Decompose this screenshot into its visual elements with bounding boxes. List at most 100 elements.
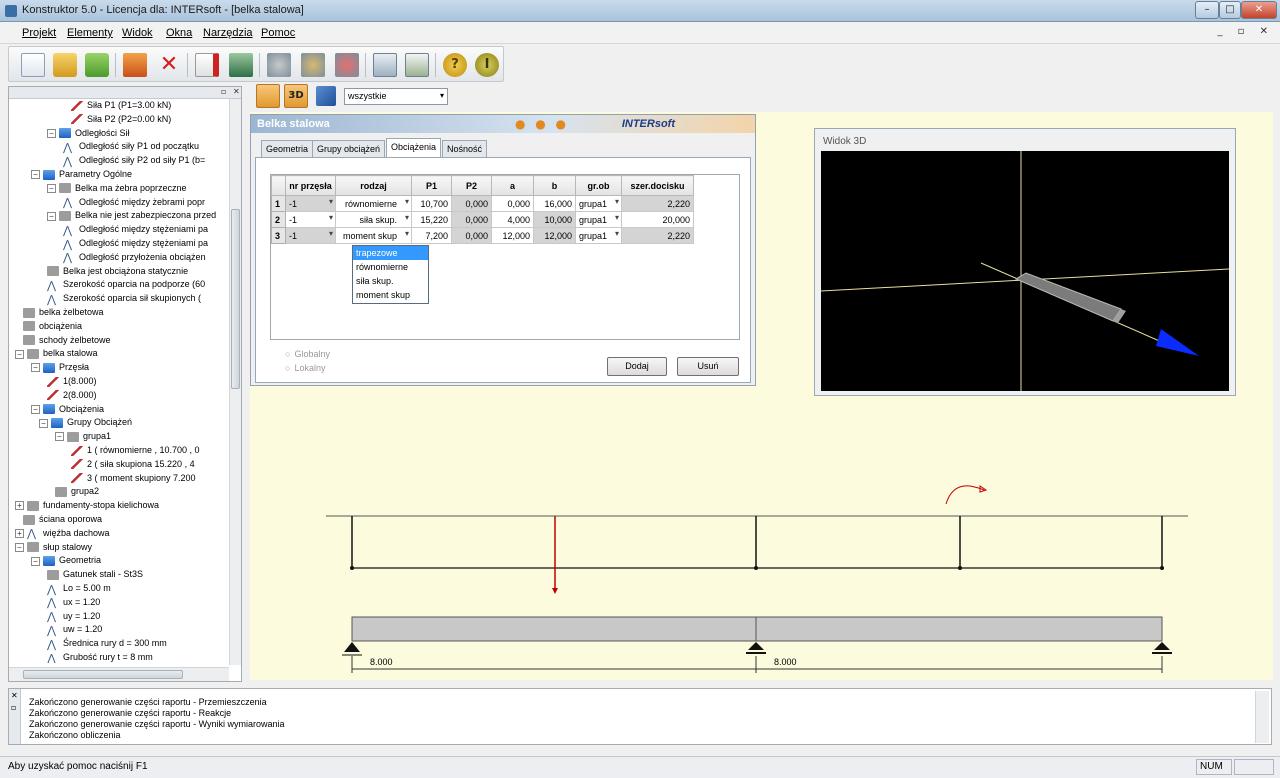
calculator-icon[interactable] [373,53,397,77]
collapse-icon[interactable]: − [15,349,24,359]
column-header[interactable]: b [533,175,576,196]
column-header[interactable]: szer.docisku [621,175,695,196]
tree-item[interactable]: + więźba dachowa [15,527,110,540]
pdf-report-icon[interactable] [195,53,219,77]
collapse-icon[interactable]: − [31,556,40,566]
table-cell[interactable]: -1 [285,227,336,244]
load-type-dropdown[interactable]: trapezowe równomierne siła skup. moment … [352,245,429,304]
calc-tools-icon[interactable] [301,53,325,77]
collapse-icon[interactable]: − [39,418,48,428]
table-cell[interactable]: 12,000 [533,227,576,244]
tree-item[interactable]: 1 ( równomierne , 10.700 , 0 [71,444,200,457]
tree-item[interactable]: schody żelbetowe [23,334,111,347]
tree-item[interactable]: + fundamenty-stopa kielichowa [15,499,159,512]
scroll-thumb[interactable] [23,670,183,679]
table-cell[interactable]: 10,000 [533,211,576,228]
tree-item[interactable]: Belka jest obciążona statycznie [47,265,188,278]
table-cell[interactable]: 0,000 [451,211,492,228]
tree-item[interactable]: − Belka nie jest zabezpieczona przed [47,209,216,222]
tree-item[interactable]: − grupa1 [55,430,111,443]
horizontal-scrollbar[interactable] [9,667,229,681]
table-cell[interactable]: -1 [285,195,336,212]
column-header[interactable]: a [491,175,534,196]
tab-grupy-obciazen[interactable]: Grupy obciążeń [312,140,386,157]
tree-item[interactable]: − Obciążenia [31,403,104,416]
filter-icon[interactable] [316,86,336,106]
table-cell[interactable]: -1 [285,211,336,228]
tree-item[interactable]: uw = 1.20 [47,623,102,636]
tree-item[interactable]: − Geometria [31,554,101,567]
table-cell[interactable]: 2,220 [621,195,695,212]
tree-item[interactable]: belka żelbetowa [23,306,104,319]
info-icon[interactable]: I [475,53,499,77]
calc-settings-icon[interactable] [267,53,291,77]
tree-item[interactable]: Siła P1 (P1=3.00 kN) [71,99,171,112]
view-3d-canvas[interactable] [820,151,1230,391]
menu-elementy[interactable]: Elementy [67,27,113,39]
table-cell[interactable]: moment skup [335,227,412,244]
column-header[interactable]: P2 [451,175,492,196]
vertical-scrollbar[interactable] [229,99,241,665]
close-button[interactable]: ✕ [1241,1,1277,19]
tree-item[interactable]: Odległość między stężeniami pa [63,223,208,236]
maximize-button[interactable]: □ [1219,1,1241,19]
table-cell[interactable]: 2,220 [621,227,695,244]
table-cell[interactable]: siła skup. [335,211,412,228]
tree-item[interactable]: 2(8.000) [47,389,97,402]
table-cell[interactable]: 0,000 [451,227,492,244]
chevron-down-icon[interactable]: ▾ [440,91,444,100]
dropdown-option[interactable]: siła skup. [353,274,428,288]
tree-item[interactable]: Siła P2 (P2=0.00 kN) [71,113,171,126]
collapse-icon[interactable]: − [31,363,40,373]
collapse-icon[interactable]: − [47,128,56,138]
tree-item[interactable]: Odległość przyłożenia obciążen [63,251,206,264]
tree-item[interactable]: Odległość między żebrami popr [63,196,205,209]
menu-okna[interactable]: Okna [166,27,192,39]
mdi-controls[interactable]: _ ▫ ✕ [1217,26,1274,37]
tree-item[interactable]: − Grupy Obciążeń [39,416,132,429]
menu-pomoc[interactable]: Pomoc [261,27,295,39]
tree-item[interactable]: − Parametry Ogólne [31,168,132,181]
column-header[interactable] [271,175,286,196]
column-header[interactable]: rodzaj [335,175,412,196]
tab-nosnosc[interactable]: Nośność [442,140,488,157]
minimize-button[interactable]: – [1195,1,1219,19]
open-icon[interactable] [85,53,109,77]
collapse-icon[interactable]: − [55,432,64,442]
table-cell[interactable]: 20,000 [621,211,695,228]
tree-item[interactable]: grupa2 [55,485,99,498]
scroll-thumb[interactable] [231,209,240,389]
tree-item[interactable]: obciążenia [23,320,82,333]
tree-item[interactable]: − Przęsła [31,361,89,374]
collapse-icon[interactable]: − [47,183,56,193]
view-3d-button[interactable]: 3D [284,84,308,108]
app-icon[interactable] [5,5,17,17]
close-icon[interactable]: ✕ [233,87,240,96]
open-folder-icon[interactable] [53,53,77,77]
table-cell[interactable]: 0,000 [451,195,492,212]
tree-item[interactable]: Odległość siły P1 od początku [63,140,199,153]
tab-geometria[interactable]: Geometria [261,140,314,157]
calc-remove-icon[interactable] [335,53,359,77]
view-2d-button[interactable] [256,84,280,108]
tree-item[interactable]: − belka stalowa [15,347,98,360]
table-row[interactable]: 2-1siła skup.15,2200,0004,00010,000grupa… [271,211,695,228]
menu-widok[interactable]: Widok [122,27,153,39]
dropdown-option[interactable]: moment skup [353,288,428,302]
table-row[interactable]: 3-1moment skup7,2000,00012,00012,000grup… [271,227,695,244]
tree-item[interactable]: Szerokość oparcia na podporze (60 [47,278,205,291]
collapse-icon[interactable]: − [31,170,40,180]
table-cell[interactable]: 4,000 [491,211,534,228]
tree-item[interactable]: ux = 1.20 [47,596,100,609]
tree-item[interactable]: 1(8.000) [47,375,97,388]
tree-item[interactable]: − Odległości Sił [47,127,130,140]
collapse-icon[interactable]: − [31,404,40,414]
tree-item[interactable]: Odległość między stężeniami pa [63,237,208,250]
tab-obciazenia[interactable]: Obciążenia [386,138,442,157]
help-icon[interactable]: ? [443,53,467,77]
table-row[interactable]: 1-1równomierne10,7000,0000,00016,000grup… [271,195,695,212]
dropdown-option[interactable]: trapezowe [353,246,428,260]
tree-item[interactable]: Grubość rury t = 8 mm [47,651,153,663]
table-cell[interactable]: 16,000 [533,195,576,212]
print-icon[interactable] [405,53,429,77]
